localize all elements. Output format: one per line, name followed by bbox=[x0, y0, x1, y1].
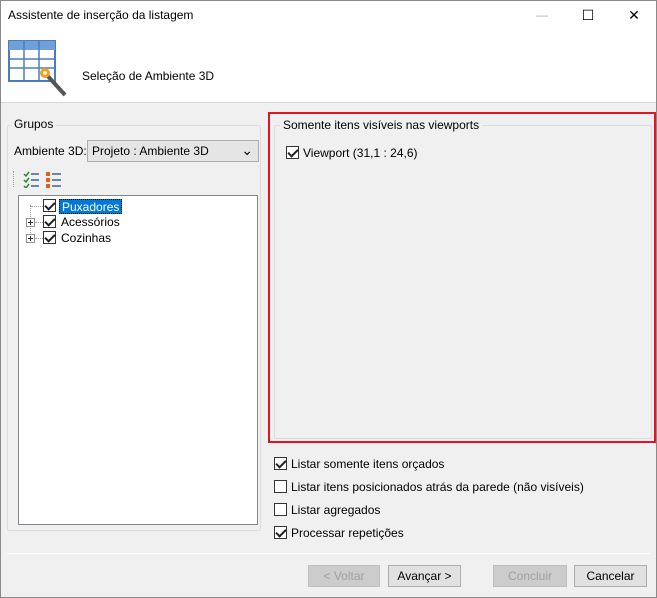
groups-legend: Grupos bbox=[11, 117, 57, 131]
ambiente-select[interactable]: Projeto : Ambiente 3D ⌄ bbox=[87, 140, 259, 162]
option-repeticoes-label: Processar repetições bbox=[291, 526, 404, 540]
option-repeticoes-checkbox[interactable] bbox=[274, 526, 287, 539]
groups-tree[interactable]: Puxadores Acessórios Cozinhas bbox=[18, 195, 258, 525]
title-bar: Assistente de inserção da listagem — ☐ ✕ bbox=[1, 1, 656, 29]
tree-item-puxadores[interactable]: Puxadores bbox=[19, 198, 255, 214]
option-orcados-checkbox[interactable] bbox=[274, 457, 287, 470]
page-title: Seleção de Ambiente 3D bbox=[82, 69, 215, 83]
tree-line bbox=[35, 222, 43, 223]
toolbar-grip bbox=[13, 171, 15, 187]
tree-line bbox=[31, 206, 43, 207]
expand-icon[interactable] bbox=[26, 234, 35, 243]
tree-item-label: Puxadores bbox=[59, 199, 123, 214]
wizard-window: Assistente de inserção da listagem — ☐ ✕… bbox=[0, 0, 657, 598]
tree-item-cozinhas[interactable]: Cozinhas bbox=[19, 230, 255, 246]
tree-item-label: Acessórios bbox=[61, 215, 120, 229]
next-button-label: Avançar > bbox=[397, 569, 452, 583]
tree-item-label: Cozinhas bbox=[61, 231, 112, 245]
viewports-legend: Somente itens visíveis nas viewports bbox=[280, 118, 483, 132]
finish-button-label: Concluir bbox=[507, 569, 552, 583]
maximize-button[interactable]: ☐ bbox=[565, 1, 611, 29]
window-title: Assistente de inserção da listagem bbox=[8, 8, 194, 22]
ambiente-label: Ambiente 3D: bbox=[14, 144, 87, 158]
expand-icon[interactable] bbox=[26, 218, 35, 227]
next-button[interactable]: Avançar > bbox=[388, 565, 461, 587]
chevron-down-icon: ⌄ bbox=[241, 142, 253, 158]
back-button-label: < Voltar bbox=[323, 569, 365, 583]
tree-checkbox-puxadores[interactable] bbox=[43, 199, 56, 212]
ambiente-select-value: Projeto : Ambiente 3D bbox=[92, 144, 209, 158]
option-agregados-checkbox[interactable] bbox=[274, 503, 287, 516]
tree-checkbox-cozinhas[interactable] bbox=[43, 231, 56, 244]
close-icon: ✕ bbox=[628, 6, 640, 23]
cancel-button-label: Cancelar bbox=[586, 569, 635, 583]
check-all-icon[interactable] bbox=[23, 171, 40, 188]
tree-line bbox=[35, 238, 43, 239]
close-button[interactable]: ✕ bbox=[611, 1, 657, 29]
maximize-icon: ☐ bbox=[581, 6, 595, 23]
finish-button[interactable]: Concluir bbox=[493, 565, 567, 587]
cancel-button[interactable]: Cancelar bbox=[574, 565, 647, 587]
back-button[interactable]: < Voltar bbox=[308, 565, 380, 587]
option-orcados-label: Listar somente itens orçados bbox=[291, 457, 445, 471]
minimize-icon: — bbox=[536, 8, 548, 22]
wizard-header: Seleção de Ambiente 3D bbox=[1, 29, 656, 103]
tree-checkbox-acessorios[interactable] bbox=[43, 215, 56, 228]
minimize-button[interactable]: — bbox=[519, 1, 565, 29]
option-atras-parede-checkbox[interactable] bbox=[274, 480, 287, 493]
viewport-checkbox[interactable] bbox=[286, 146, 299, 159]
uncheck-all-icon[interactable] bbox=[45, 171, 62, 188]
tree-item-acessorios[interactable]: Acessórios bbox=[19, 214, 255, 230]
option-atras-parede-label: Listar itens posicionados atrás da pared… bbox=[291, 480, 584, 494]
table-wizard-icon bbox=[8, 40, 67, 97]
option-agregados-label: Listar agregados bbox=[291, 503, 381, 517]
viewport-label: Viewport (31,1 : 24,6) bbox=[303, 146, 418, 160]
footer-divider bbox=[7, 553, 650, 554]
viewports-panel bbox=[274, 125, 652, 439]
